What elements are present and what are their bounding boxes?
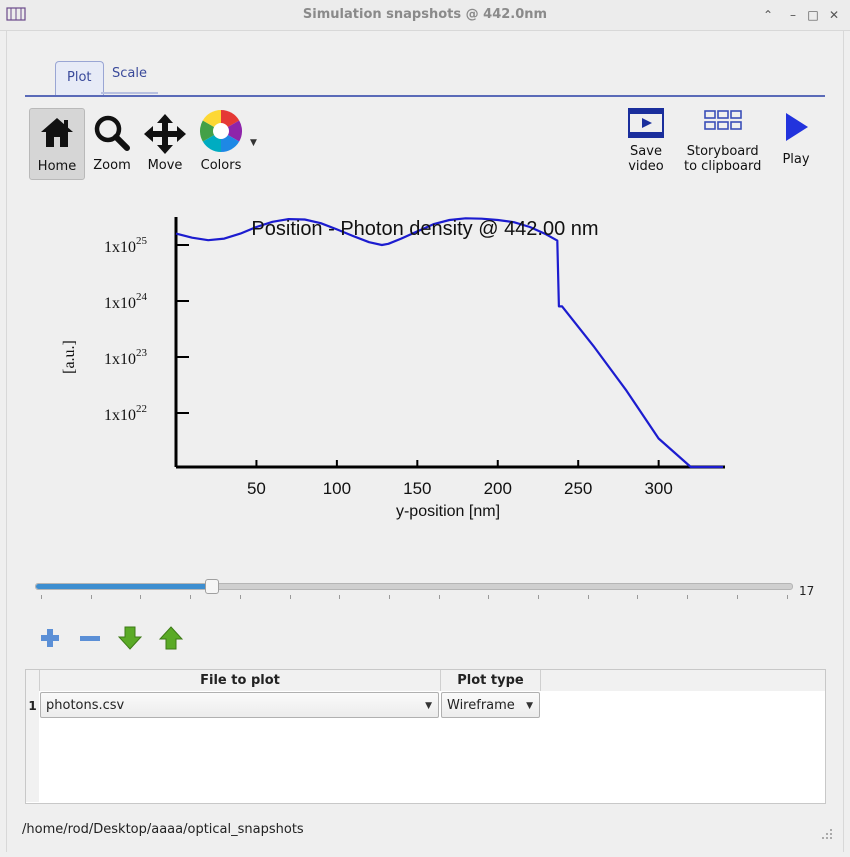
slider-tick [140,595,142,599]
slider-tick [388,595,390,599]
row-number[interactable]: 1 [26,691,39,721]
y-tick-exponent: 24 [136,291,148,303]
slider-tick [438,595,440,599]
slider-handle[interactable] [205,579,220,594]
storyboard-label-2: to clipboard [684,159,762,174]
save-video-button[interactable]: Save video [628,108,664,174]
colors-label: Colors [200,158,242,173]
chevron-down-icon: ▼ [425,701,432,711]
y-tick-label: 1x10 [104,407,136,424]
plot-type-value: Wireframe [447,698,515,713]
y-tick-label: 1x10 [104,239,136,256]
slider-tick [538,595,539,599]
home-icon [41,118,73,147]
header-plot-type[interactable]: Plot type [441,670,541,691]
header-file-to-plot[interactable]: File to plot [40,670,441,691]
color-wheel-icon [200,110,242,152]
tab-plot[interactable]: Plot [55,61,104,95]
slider-tick [637,595,639,599]
tab-scale[interactable]: Scale [101,58,158,94]
x-tick-label: 150 [403,479,431,498]
play-label: Play [782,152,810,167]
slider-tick [289,595,291,599]
file-select-value: photons.csv [46,698,125,713]
x-tick-label: 50 [247,479,266,498]
tab-bar: Plot Scale [25,58,825,97]
plot-type-select[interactable]: Wireframe ▼ [441,692,540,718]
arrow-down-icon[interactable] [118,626,142,650]
resize-grip-icon[interactable] [822,829,832,839]
y-tick-label: 1x10 [104,295,136,312]
x-tick-label: 100 [323,479,351,498]
slider-tick [587,595,589,599]
play-button[interactable]: Play [781,108,811,167]
file-table: File to plot Plot type 1 photons.csv ▼ W… [25,669,826,804]
slider-tick [687,595,689,599]
film-icon [628,108,664,138]
table-header: File to plot Plot type [26,670,825,691]
x-axis-label: y-position [nm] [396,503,500,520]
x-tick-label: 300 [644,479,672,498]
y-tick-label: 1x10 [104,351,136,368]
y-axis-label: [a.u.] [61,340,78,374]
move-arrows-icon [144,114,186,154]
maximize-icon[interactable]: □ [805,7,821,23]
slider-fill [36,584,212,589]
photon-density-chart: 50 100 150 200 250 3001x10 251x10 241x10 231x10 2… [61,217,725,520]
slider-tick [190,595,192,599]
colors-button[interactable]: Colors [194,108,248,178]
chevron-down-icon: ▼ [526,701,533,711]
y-tick-exponent: 23 [136,347,148,359]
storyboard-button[interactable]: Storyboard to clipboard [684,108,761,174]
home-label: Home [37,159,77,174]
window-titlebar: Simulation snapshots @ 442.0nm ⌃ – □ ✕ [0,0,850,31]
storyboard-label-1: Storyboard [686,144,759,159]
storyboard-icon [703,110,742,130]
corner-header [26,670,40,691]
series-line [175,217,723,469]
move-button[interactable]: Move [140,108,190,178]
y-tick-exponent: 25 [136,235,148,247]
x-tick-label: 250 [564,479,592,498]
zoom-label: Zoom [93,158,131,173]
arrow-up-icon[interactable] [159,626,183,650]
slider-tick [786,595,788,599]
y-tick-exponent: 22 [136,403,147,415]
slider-tick [90,595,92,599]
save-video-label-1: Save [630,144,662,159]
slider-tick [339,595,341,599]
x-tick-label: 200 [484,479,512,498]
slider-ticks [35,595,791,601]
minimize-icon[interactable]: – [785,7,801,23]
slider-tick [239,595,241,599]
chart-title: Position - Photon density @ 442.00 nm [251,218,598,240]
minus-icon[interactable] [78,626,102,650]
slider-tick [488,595,490,599]
home-button[interactable]: Home [29,108,85,180]
slider-value: 17 [799,584,815,598]
play-icon [786,113,808,141]
zoom-button[interactable]: Zoom [88,108,136,178]
slider-tick [41,595,42,599]
plus-icon[interactable] [38,626,62,650]
colors-dropdown-arrow[interactable]: ▼ [250,138,257,148]
magnifier-icon [94,115,130,151]
file-select[interactable]: photons.csv ▼ [40,692,439,718]
slider-tick [736,595,738,599]
status-path: /home/rod/Desktop/aaaa/optical_snapshots [22,822,304,837]
snapshot-slider[interactable] [35,579,793,594]
close-icon[interactable]: ✕ [826,7,842,23]
save-video-label-2: video [628,159,664,174]
move-label: Move [147,158,183,173]
window-title: Simulation snapshots @ 442.0nm [302,7,548,22]
chevron-up-icon[interactable]: ⌃ [760,7,776,23]
